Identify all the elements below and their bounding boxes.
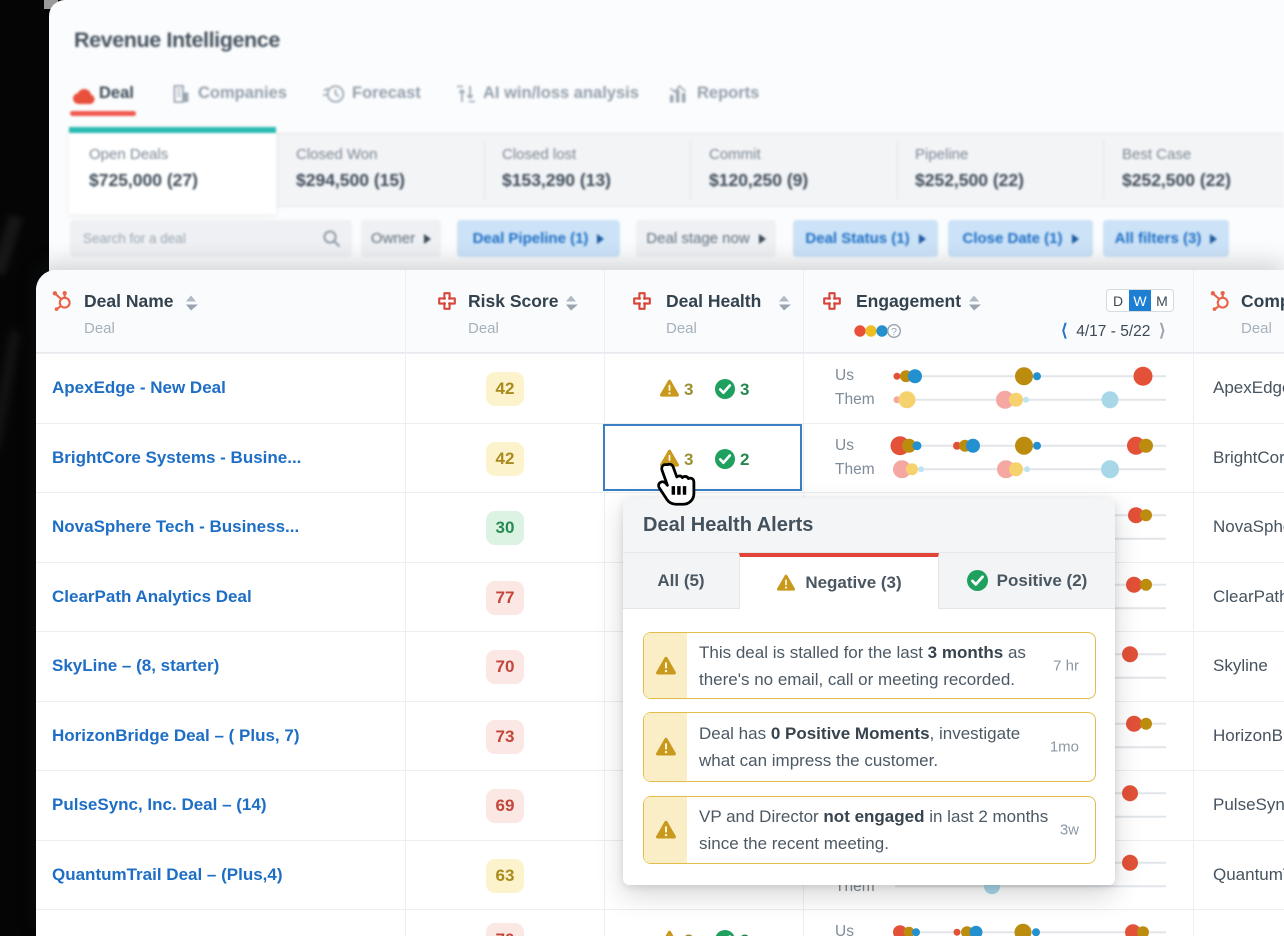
- svg-text:?: ?: [891, 326, 897, 338]
